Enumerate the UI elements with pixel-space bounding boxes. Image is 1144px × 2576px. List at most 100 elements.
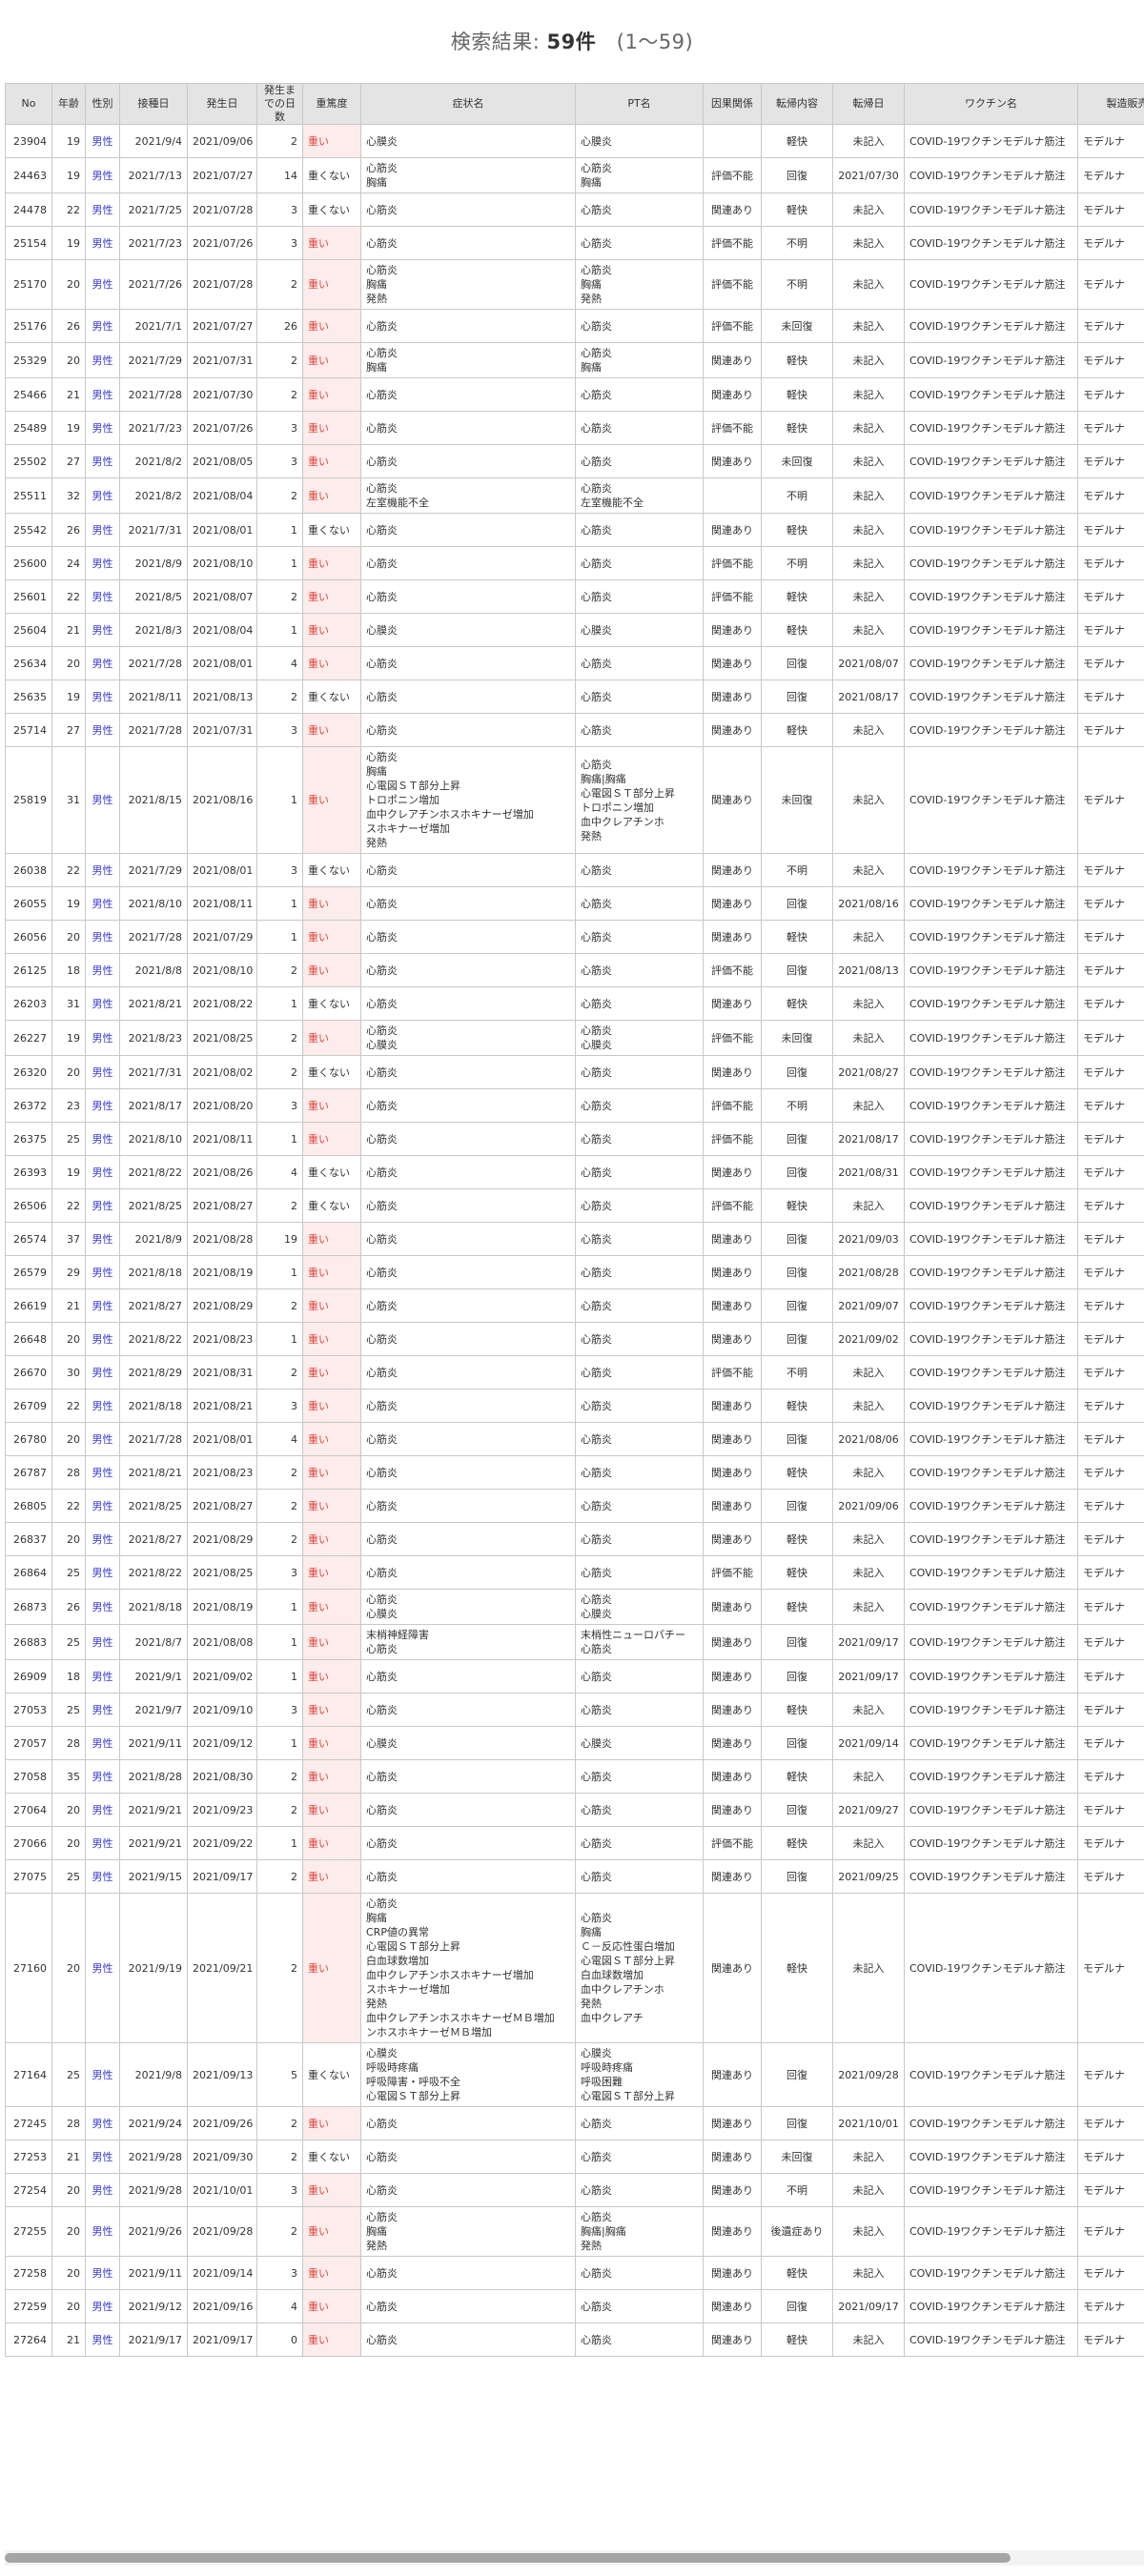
table-row[interactable]: 26805 22 男性 2021/8/25 2021/08/27 2 重い 心筋炎 心筋炎 関連あ… <box>5 1490 1144 1523</box>
table-row[interactable]: 25489 19 男性 2021/7/23 2021/07/26 3 重い 心筋炎 心筋炎 評価不… <box>5 412 1144 445</box>
row-sex[interactable]: 男性 <box>86 1894 120 2043</box>
row-sex[interactable]: 男性 <box>86 2207 120 2257</box>
row-sex[interactable]: 男性 <box>86 2107 120 2140</box>
table-row[interactable]: 25634 20 男性 2021/7/28 2021/08/01 4 重い 心筋炎 心筋炎 関連あ… <box>5 647 1144 680</box>
table-row[interactable]: 27075 25 男性 2021/9/15 2021/09/17 2 重い 心筋炎 心筋炎 関連あ… <box>5 1860 1144 1894</box>
row-sex[interactable]: 男性 <box>86 412 120 445</box>
table-row[interactable]: 25329 20 男性 2021/7/29 2021/07/31 2 重い 心筋炎 胸痛 心筋炎… <box>5 343 1144 378</box>
row-sex[interactable]: 男性 <box>86 1590 120 1625</box>
row-sex[interactable]: 男性 <box>86 1189 120 1223</box>
row-sex[interactable]: 男性 <box>86 1289 120 1323</box>
row-sex[interactable]: 男性 <box>86 987 120 1021</box>
row-sex[interactable]: 男性 <box>86 1056 120 1089</box>
table-row[interactable]: 26787 28 男性 2021/8/21 2021/08/23 2 重い 心筋炎 心筋炎 関連あ… <box>5 1456 1144 1490</box>
table-row[interactable]: 27264 21 男性 2021/9/17 2021/09/17 0 重い 心筋炎 心筋炎 関連あ… <box>5 2323 1144 2357</box>
row-sex[interactable]: 男性 <box>86 1423 120 1456</box>
table-row[interactable]: 26203 31 男性 2021/8/21 2021/08/22 1 重くない 心筋炎 心筋炎関… <box>5 987 1144 1021</box>
table-row[interactable]: 25601 22 男性 2021/8/5 2021/08/07 2 重い 心筋炎 心筋炎 評価不能… <box>5 580 1144 614</box>
table-row[interactable]: 27164 25 男性 2021/9/8 2021/09/13 5 重くない 心膜炎 呼吸時疼… <box>5 2043 1144 2107</box>
col-sex[interactable]: 性別 <box>86 83 120 125</box>
horizontal-scrollbar[interactable] <box>5 2550 1144 2566</box>
row-sex[interactable]: 男性 <box>86 260 120 310</box>
col-days-to-onset[interactable]: 発生までの日数 <box>257 83 303 125</box>
col-outcome-date[interactable]: 転帰日 <box>833 83 905 125</box>
table-row[interactable]: 26393 19 男性 2021/8/22 2021/08/26 4 重くない 心筋炎 心筋炎関… <box>5 1156 1144 1189</box>
col-severity[interactable]: 重篤度 <box>303 83 361 125</box>
row-sex[interactable]: 男性 <box>86 647 120 680</box>
table-row[interactable]: 25466 21 男性 2021/7/28 2021/07/30 2 重い 心筋炎 心筋炎 関連あ… <box>5 378 1144 412</box>
col-vaccination-date[interactable]: 接種日 <box>120 83 188 125</box>
row-sex[interactable]: 男性 <box>86 1323 120 1356</box>
table-row[interactable]: 25170 20 男性 2021/7/26 2021/07/28 2 重い 心筋炎 胸痛 発熱… <box>5 260 1144 310</box>
row-sex[interactable]: 男性 <box>86 2043 120 2107</box>
table-row[interactable]: 25511 32 男性 2021/8/2 2021/08/04 2 重い 心筋炎 左室機能不全… <box>5 478 1144 514</box>
table-row[interactable]: 25714 27 男性 2021/7/28 2021/07/31 3 重い 心筋炎 心筋炎 関連あ… <box>5 714 1144 747</box>
row-sex[interactable]: 男性 <box>86 227 120 260</box>
table-row[interactable]: 27057 28 男性 2021/9/11 2021/09/12 1 重い 心膜炎 心膜炎 関連あ… <box>5 1727 1144 1760</box>
row-sex[interactable]: 男性 <box>86 1490 120 1523</box>
row-sex[interactable]: 男性 <box>86 680 120 714</box>
row-sex[interactable]: 男性 <box>86 2323 120 2357</box>
table-row[interactable]: 26709 22 男性 2021/8/18 2021/08/21 3 重い 心筋炎 心筋炎 関連あ… <box>5 1389 1144 1423</box>
table-row[interactable]: 27058 35 男性 2021/8/28 2021/08/30 2 重い 心筋炎 心筋炎 関連あ… <box>5 1760 1144 1794</box>
col-no[interactable]: No <box>5 83 52 125</box>
row-sex[interactable]: 男性 <box>86 1021 120 1056</box>
table-row[interactable]: 26574 37 男性 2021/8/9 2021/08/28 19 重い 心筋炎 心筋炎 関連あ… <box>5 1223 1144 1256</box>
table-row[interactable]: 26055 19 男性 2021/8/10 2021/08/11 1 重い 心筋炎 心筋炎 関連あ… <box>5 887 1144 921</box>
table-row[interactable]: 26375 25 男性 2021/8/10 2021/08/11 1 重い 心筋炎 心筋炎 評価不… <box>5 1123 1144 1156</box>
row-sex[interactable]: 男性 <box>86 2290 120 2323</box>
row-sex[interactable]: 男性 <box>86 1556 120 1590</box>
row-sex[interactable]: 男性 <box>86 747 120 854</box>
table-row[interactable]: 26864 25 男性 2021/8/22 2021/08/25 3 重い 心筋炎 心筋炎 評価不… <box>5 1556 1144 1590</box>
col-outcome[interactable]: 転帰内容 <box>762 83 833 125</box>
row-sex[interactable]: 男性 <box>86 1156 120 1189</box>
table-row[interactable]: 25502 27 男性 2021/8/2 2021/08/05 3 重い 心筋炎 心筋炎 関連あり… <box>5 445 1144 478</box>
results-table-container[interactable]: No 年齢 性別 接種日 発生日 発生までの日数 重篤度 症状名 PT名 因果関… <box>5 83 1144 2546</box>
table-row[interactable]: 25154 19 男性 2021/7/23 2021/07/26 3 重い 心筋炎 心筋炎 評価不… <box>5 227 1144 260</box>
table-row[interactable]: 26670 30 男性 2021/8/29 2021/08/31 2 重い 心筋炎 心筋炎 評価不… <box>5 1356 1144 1389</box>
col-age[interactable]: 年齢 <box>52 83 86 125</box>
table-row[interactable]: 27053 25 男性 2021/9/7 2021/09/10 3 重い 心筋炎 心筋炎 関連あり… <box>5 1694 1144 1727</box>
row-sex[interactable]: 男性 <box>86 2174 120 2207</box>
row-sex[interactable]: 男性 <box>86 193 120 227</box>
row-sex[interactable]: 男性 <box>86 1625 120 1660</box>
col-causality[interactable]: 因果関係 <box>704 83 762 125</box>
row-sex[interactable]: 男性 <box>86 1523 120 1556</box>
row-sex[interactable]: 男性 <box>86 887 120 921</box>
table-row[interactable]: 26227 19 男性 2021/8/23 2021/08/25 2 重い 心筋炎 心膜炎 心筋… <box>5 1021 1144 1056</box>
row-sex[interactable]: 男性 <box>86 1123 120 1156</box>
row-sex[interactable]: 男性 <box>86 2140 120 2174</box>
row-sex[interactable]: 男性 <box>86 1456 120 1490</box>
col-manufacturer[interactable]: 製造販売 <box>1078 83 1144 125</box>
table-row[interactable]: 27066 20 男性 2021/9/21 2021/09/22 1 重い 心筋炎 心筋炎 評価不… <box>5 1827 1144 1860</box>
row-sex[interactable]: 男性 <box>86 1389 120 1423</box>
table-row[interactable]: 25600 24 男性 2021/8/9 2021/08/10 1 重い 心筋炎 心筋炎 評価不能… <box>5 547 1144 580</box>
row-sex[interactable]: 男性 <box>86 854 120 887</box>
row-sex[interactable]: 男性 <box>86 1827 120 1860</box>
table-row[interactable]: 26619 21 男性 2021/8/27 2021/08/29 2 重い 心筋炎 心筋炎 関連あ… <box>5 1289 1144 1323</box>
table-row[interactable]: 26056 20 男性 2021/7/28 2021/07/29 1 重い 心筋炎 心筋炎 関連あ… <box>5 921 1144 954</box>
row-sex[interactable]: 男性 <box>86 125 120 158</box>
table-row[interactable]: 26837 20 男性 2021/8/27 2021/08/29 2 重い 心筋炎 心筋炎 関連あ… <box>5 1523 1144 1556</box>
table-row[interactable]: 23904 19 男性 2021/9/4 2021/09/06 2 重い 心膜炎 心膜炎 軽快 未記… <box>5 125 1144 158</box>
row-sex[interactable]: 男性 <box>86 1356 120 1389</box>
table-row[interactable]: 27064 20 男性 2021/9/21 2021/09/23 2 重い 心筋炎 心筋炎 関連あ… <box>5 1794 1144 1827</box>
table-row[interactable]: 26320 20 男性 2021/7/31 2021/08/02 2 重くない 心筋炎 心筋炎関… <box>5 1056 1144 1089</box>
row-sex[interactable]: 男性 <box>86 343 120 378</box>
table-row[interactable]: 27255 20 男性 2021/9/26 2021/09/28 2 重い 心筋炎 胸痛 発熱… <box>5 2207 1144 2257</box>
table-row[interactable]: 26648 20 男性 2021/8/22 2021/08/23 1 重い 心筋炎 心筋炎 関連あ… <box>5 1323 1144 1356</box>
table-row[interactable]: 26372 23 男性 2021/8/17 2021/08/20 3 重い 心筋炎 心筋炎 評価不… <box>5 1089 1144 1123</box>
row-sex[interactable]: 男性 <box>86 614 120 647</box>
row-sex[interactable]: 男性 <box>86 2257 120 2290</box>
table-row[interactable]: 26873 26 男性 2021/8/18 2021/08/19 1 重い 心筋炎 心膜炎 心筋… <box>5 1590 1144 1625</box>
row-sex[interactable]: 男性 <box>86 1223 120 1256</box>
row-sex[interactable]: 男性 <box>86 1694 120 1727</box>
table-row[interactable]: 26125 18 男性 2021/8/8 2021/08/10 2 重い 心筋炎 心筋炎 評価不能… <box>5 954 1144 987</box>
table-row[interactable]: 26506 22 男性 2021/8/25 2021/08/27 2 重くない 心筋炎 心筋炎評… <box>5 1189 1144 1223</box>
row-sex[interactable]: 男性 <box>86 378 120 412</box>
table-row[interactable]: 26038 22 男性 2021/7/29 2021/08/01 3 重くない 心筋炎 心筋炎関… <box>5 854 1144 887</box>
col-vaccine-name[interactable]: ワクチン名 <box>905 83 1078 125</box>
row-sex[interactable]: 男性 <box>86 445 120 478</box>
row-sex[interactable]: 男性 <box>86 1256 120 1289</box>
col-onset-date[interactable]: 発生日 <box>188 83 257 125</box>
